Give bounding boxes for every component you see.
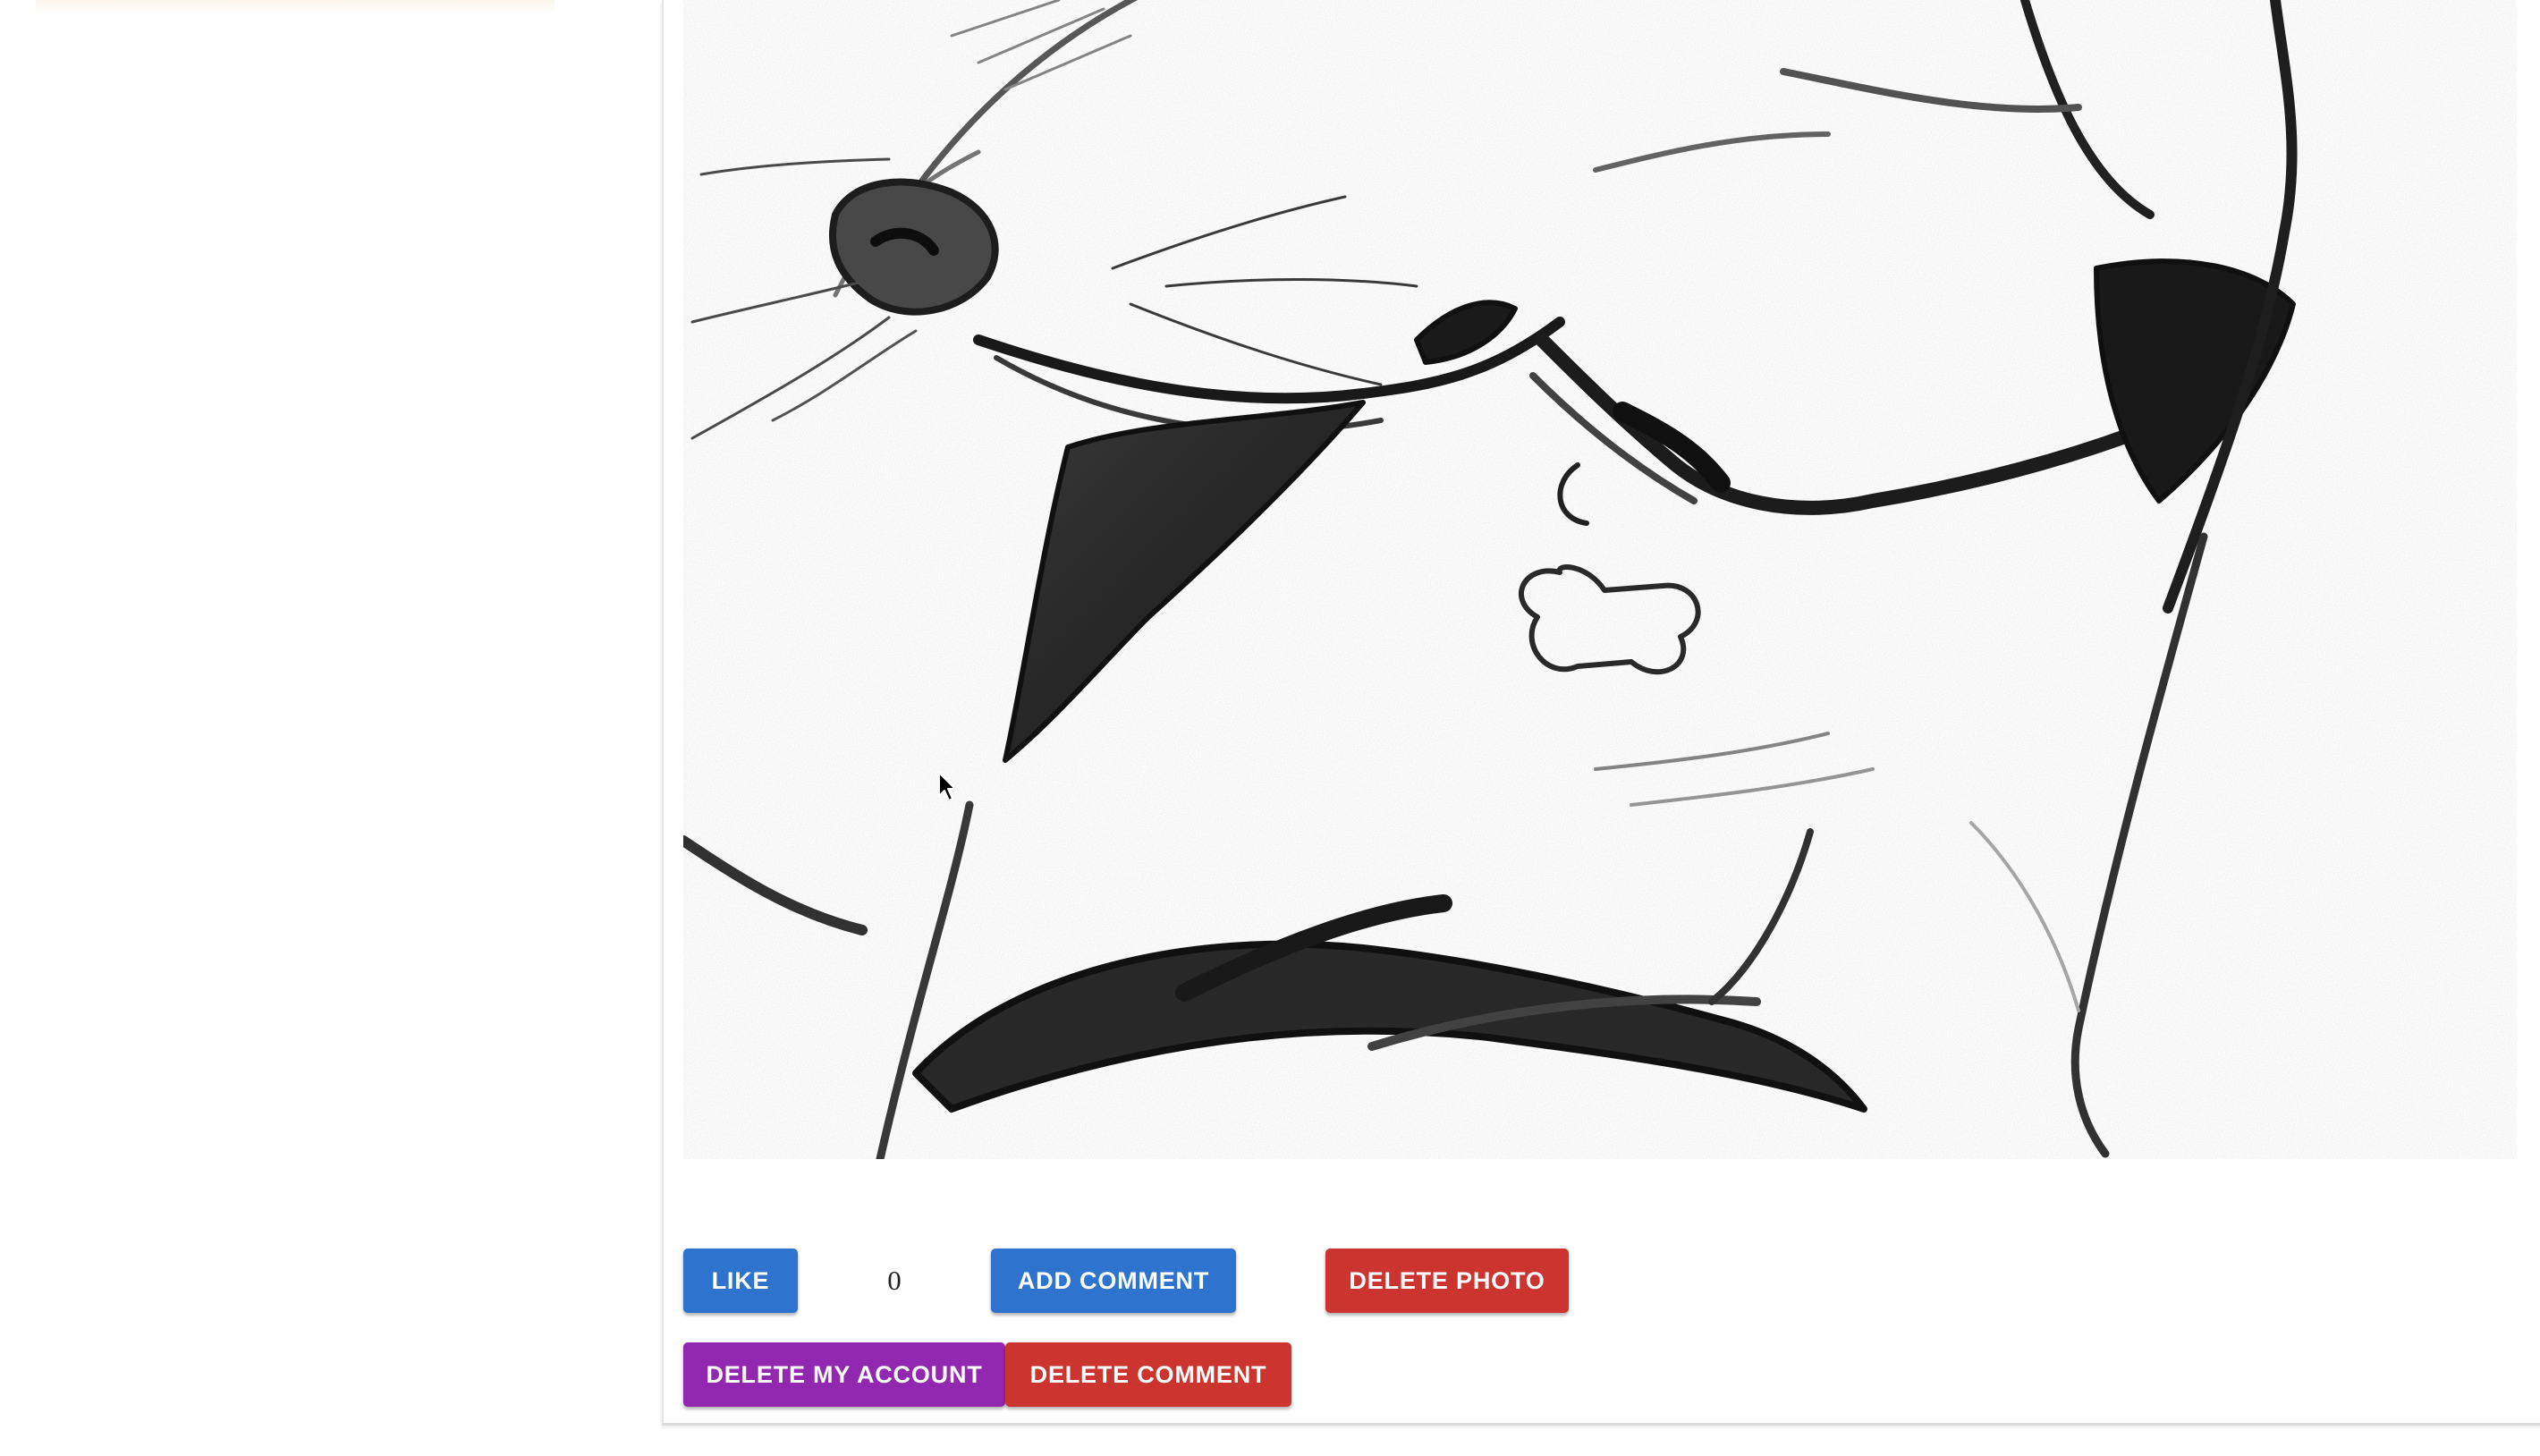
top-edge-strip — [36, 0, 555, 13]
delete-account-button[interactable]: Delete My Account — [683, 1342, 1005, 1407]
mouse-cursor-icon — [938, 772, 956, 801]
like-count: 0 — [887, 1265, 902, 1296]
page: Like 0 Add Comment Delete Photo Delete M… — [0, 0, 2540, 1456]
photo-image[interactable] — [683, 0, 2517, 1159]
delete-photo-button[interactable]: Delete Photo — [1325, 1249, 1569, 1313]
dog-sketch-drawing — [683, 0, 2517, 1159]
add-comment-button[interactable]: Add Comment — [991, 1249, 1236, 1313]
like-button[interactable]: Like — [683, 1249, 798, 1313]
delete-comment-button[interactable]: Delete Comment — [1005, 1342, 1291, 1407]
